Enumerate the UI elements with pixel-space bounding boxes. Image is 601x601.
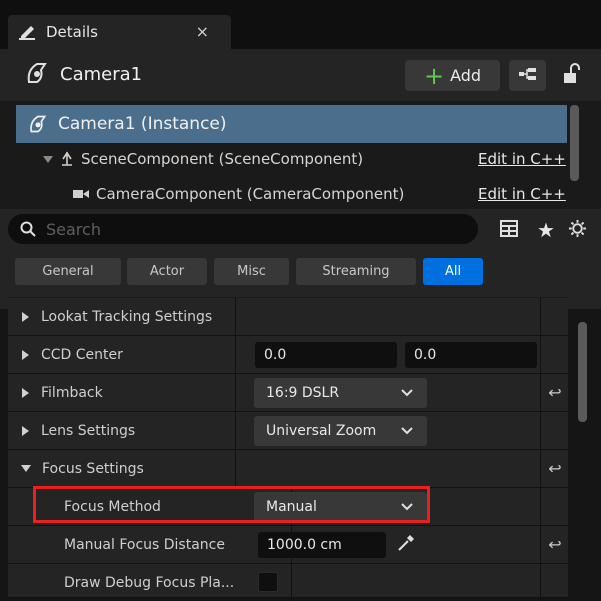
property-label: Manual Focus Distance <box>64 536 225 553</box>
property-label: Draw Debug Focus Pla... <box>64 574 235 591</box>
settings-gear-icon[interactable] <box>568 219 587 242</box>
plus-icon: + <box>423 61 445 90</box>
add-button-label: Add <box>450 66 482 85</box>
expand-arrow-icon <box>43 155 53 163</box>
component-camera-row[interactable]: CameraComponent (CameraComponent) <box>72 185 404 203</box>
property-label: CCD Center <box>41 346 123 363</box>
lock-icon[interactable] <box>562 63 580 89</box>
search-icon <box>20 221 36 237</box>
property-row[interactable]: CCD Center 0.0 0.0 <box>8 336 568 374</box>
ccd-center-y-input[interactable]: 0.0 <box>405 342 537 368</box>
reset-to-default-icon[interactable]: ↩ <box>540 374 569 411</box>
reset-cell <box>540 336 569 373</box>
eyedropper-icon[interactable] <box>396 533 416 557</box>
filter-all[interactable]: All <box>423 258 483 285</box>
filter-misc[interactable]: Misc <box>214 258 289 285</box>
reset-to-default-icon[interactable]: ↩ <box>540 450 569 487</box>
component-label: CameraComponent (CameraComponent) <box>96 185 405 203</box>
focus-method-highlight <box>33 486 430 523</box>
focus-distance-input[interactable]: 1000.0 cm <box>258 532 386 558</box>
property-name-cell: Focus Settings <box>8 450 236 487</box>
edit-cpp-link[interactable]: Edit in C++ <box>478 185 566 203</box>
blueprint-icon <box>518 66 538 86</box>
details-pencil-icon <box>18 23 38 41</box>
property-row[interactable]: Manual Focus Distance 1000.0 cm ↩ <box>8 526 568 564</box>
property-name-cell: Manual Focus Distance <box>8 526 292 563</box>
filter-actor[interactable]: Actor <box>127 258 207 285</box>
search-input[interactable]: Search <box>8 214 478 244</box>
filmback-dropdown[interactable]: 16:9 DSLR <box>254 378 427 408</box>
component-row-clip: CameraComponent (CameraComponent) Edit i… <box>0 180 601 204</box>
property-name-cell: CCD Center <box>8 336 236 373</box>
component-label: SceneComponent (SceneComponent) <box>81 150 364 168</box>
edit-cpp-link[interactable]: Edit in C++ <box>478 150 566 168</box>
property-row[interactable]: Lookat Tracking Settings <box>8 298 568 336</box>
reset-cell <box>540 564 569 601</box>
property-row[interactable]: Lens Settings Universal Zoom <box>8 412 568 450</box>
property-row[interactable]: Filmback 16:9 DSLR ↩ <box>8 374 568 412</box>
reset-cell <box>540 412 569 449</box>
expand-arrow-icon[interactable] <box>22 387 29 398</box>
property-label: Filmback <box>41 384 103 401</box>
property-label: Focus Settings <box>42 460 144 477</box>
property-name-cell: Lookat Tracking Settings <box>8 298 236 335</box>
chevron-down-icon <box>401 424 413 440</box>
tab-details[interactable]: Details × <box>8 15 231 49</box>
search-placeholder: Search <box>46 219 101 239</box>
camera-actor-icon <box>25 60 49 90</box>
ccd-center-x-input[interactable]: 0.0 <box>255 342 397 368</box>
component-instance-row[interactable]: Camera1 (Instance) <box>16 105 567 143</box>
property-grid-scrollbar[interactable] <box>578 322 587 422</box>
component-instance-label: Camera1 (Instance) <box>58 114 227 134</box>
blueprint-button[interactable] <box>509 60 546 91</box>
filter-streaming[interactable]: Streaming <box>296 258 416 285</box>
expand-arrow-icon[interactable] <box>22 349 29 360</box>
lens-settings-dropdown[interactable]: Universal Zoom <box>254 416 427 446</box>
scene-component-icon <box>59 151 75 167</box>
dropdown-value: Universal Zoom <box>266 423 377 439</box>
reset-to-default-icon[interactable]: ↩ <box>540 526 569 563</box>
property-name-cell: Draw Debug Focus Pla... <box>8 564 292 601</box>
reset-cell <box>540 298 569 335</box>
add-component-button[interactable]: + Add <box>405 60 500 91</box>
dropdown-value: 16:9 DSLR <box>266 385 340 401</box>
property-label: Lookat Tracking Settings <box>41 308 213 325</box>
camera-component-icon <box>72 187 90 201</box>
close-tab-icon[interactable]: × <box>196 22 209 41</box>
component-tree-scrollbar[interactable] <box>570 105 579 181</box>
tab-title: Details <box>46 23 99 41</box>
actor-name: Camera1 <box>60 64 143 85</box>
filter-general[interactable]: General <box>15 258 121 285</box>
draw-debug-focus-checkbox[interactable] <box>258 572 278 592</box>
collapse-arrow-icon[interactable] <box>21 465 31 472</box>
property-name-cell: Lens Settings <box>8 412 236 449</box>
table-view-icon[interactable] <box>500 220 518 241</box>
property-row[interactable]: Focus Settings ↩ <box>8 450 568 488</box>
camera-actor-icon <box>28 113 48 135</box>
favorites-star-icon[interactable]: ★ <box>537 218 555 242</box>
chevron-down-icon <box>401 386 413 402</box>
property-row[interactable]: Draw Debug Focus Pla... <box>8 564 569 601</box>
expand-arrow-icon[interactable] <box>22 311 29 322</box>
expand-arrow-icon[interactable] <box>22 425 29 436</box>
property-name-cell: Filmback <box>8 374 236 411</box>
property-label: Lens Settings <box>41 422 136 439</box>
component-scene-row[interactable]: SceneComponent (SceneComponent) <box>43 150 363 168</box>
reset-cell <box>540 488 569 525</box>
